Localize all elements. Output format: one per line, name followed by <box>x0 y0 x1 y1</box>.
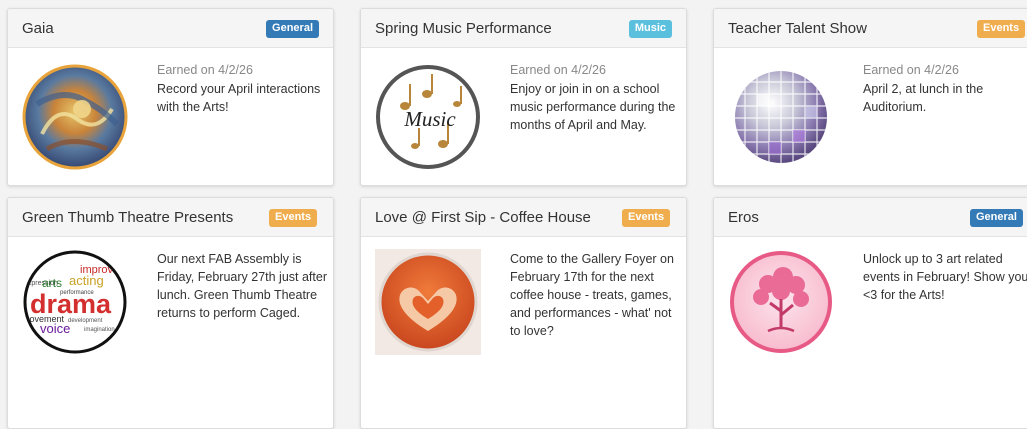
badge-card-teacher-talent-show[interactable]: Teacher Talent Show Events Earned on 4/2… <box>713 8 1027 186</box>
card-description: Our next FAB Assembly is Friday, Februar… <box>157 252 327 320</box>
card-title: Eros <box>728 209 759 226</box>
category-badge: General <box>266 20 319 38</box>
svg-text:arts: arts <box>42 276 62 290</box>
card-description: Come to the Gallery Foyer on February 17… <box>510 252 674 338</box>
svg-text:imagination: imagination <box>84 327 115 333</box>
drama-word-cloud-badge-icon: improv expression arts acting performanc… <box>23 250 127 354</box>
card-header: Eros General <box>714 198 1027 237</box>
earned-date: Earned on 4/2/26 <box>863 63 959 77</box>
badge-card-eros[interactable]: Eros General Unlock up to 3 art related … <box>713 197 1027 429</box>
card-header: Spring Music Performance Music <box>361 9 686 48</box>
card-header: Gaia General <box>8 9 333 48</box>
category-badge: Music <box>628 20 672 38</box>
category-badge: General <box>970 209 1023 227</box>
card-title: Green Thumb Theatre Presents <box>22 209 234 226</box>
card-title: Spring Music Performance <box>375 20 552 37</box>
gaia-painting-badge-icon <box>22 64 128 170</box>
disco-ball-badge-icon <box>735 71 827 163</box>
badge-card-love-at-first-sip[interactable]: Love @ First Sip - Coffee House Events C… <box>360 197 687 429</box>
card-description: Enjoy or join in on a school music perfo… <box>510 82 676 132</box>
earned-date: Earned on 4/2/26 <box>510 63 606 77</box>
card-description: Record your April interactions with the … <box>157 82 321 114</box>
card-header: Love @ First Sip - Coffee House Events <box>361 198 686 237</box>
music-notes-badge-icon: Music <box>376 65 480 169</box>
badge-card-green-thumb-theatre[interactable]: Green Thumb Theatre Presents Events impr… <box>7 197 334 429</box>
category-badge: Events <box>269 209 318 227</box>
category-badge: Events <box>622 209 671 227</box>
pink-heart-tree-badge-icon <box>730 251 832 353</box>
card-title: Teacher Talent Show <box>728 20 867 37</box>
card-header: Green Thumb Theatre Presents Events <box>8 198 333 237</box>
category-badge: Events <box>977 20 1026 38</box>
card-title: Love @ First Sip - Coffee House <box>375 209 591 226</box>
card-description: April 2, at lunch in the Auditorium. <box>863 82 984 114</box>
svg-text:acting: acting <box>69 273 104 288</box>
svg-text:development: development <box>68 318 103 324</box>
card-header: Teacher Talent Show Events <box>714 9 1027 48</box>
badge-card-gaia[interactable]: Gaia General Earned on 4/2/26 Record you… <box>7 8 334 186</box>
heart-hands-badge-icon <box>375 249 481 355</box>
music-logo-text: Music <box>403 107 456 131</box>
earned-date: Earned on 4/2/26 <box>157 63 253 77</box>
badge-card-spring-music-performance[interactable]: Spring Music Performance Music Music Ear… <box>360 8 687 186</box>
card-title: Gaia <box>22 20 54 37</box>
card-description: Unlock up to 3 art related events in Feb… <box>863 252 1027 302</box>
svg-text:voice: voice <box>40 321 70 336</box>
